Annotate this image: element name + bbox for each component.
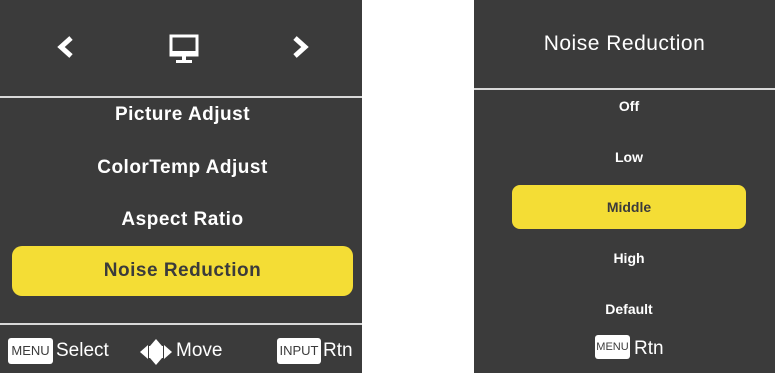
arrows-move-icon — [139, 339, 173, 365]
input-key-badge: INPUT — [277, 338, 321, 364]
option-high[interactable]: High — [512, 236, 746, 280]
chevron-left-icon[interactable] — [53, 32, 77, 62]
menu-key-badge: MENU — [595, 335, 630, 359]
select-hint: Select — [56, 340, 109, 361]
return-hint: Rtn — [634, 338, 664, 359]
menu-item-noise-reduction[interactable]: Noise Reduction — [12, 246, 353, 296]
option-low[interactable]: Low — [512, 135, 746, 179]
menu-item-aspect-ratio[interactable]: Aspect Ratio — [12, 195, 353, 245]
monitor-icon — [169, 34, 199, 66]
menu-item-picture-adjust[interactable]: Picture Adjust — [12, 90, 353, 140]
chevron-right-icon[interactable] — [289, 32, 313, 62]
divider — [0, 323, 362, 325]
submenu-title: Noise Reduction — [543, 32, 706, 55]
return-hint: Rtn — [323, 340, 353, 361]
option-default[interactable]: Default — [512, 287, 746, 331]
option-middle[interactable]: Middle — [512, 185, 746, 229]
move-hint: Move — [176, 340, 223, 361]
main-osd-menu: Picture Adjust ColorTemp Adjust Aspect R… — [0, 0, 362, 373]
noise-reduction-submenu: Noise Reduction Off Low Middle High Defa… — [474, 0, 775, 373]
option-off[interactable]: Off — [512, 84, 746, 128]
category-nav — [0, 0, 362, 96]
key-hint-bar: MENU Select Move INPUT Rtn — [0, 332, 362, 370]
menu-item-colortemp-adjust[interactable]: ColorTemp Adjust — [12, 143, 353, 193]
menu-key-badge: MENU — [8, 338, 53, 364]
